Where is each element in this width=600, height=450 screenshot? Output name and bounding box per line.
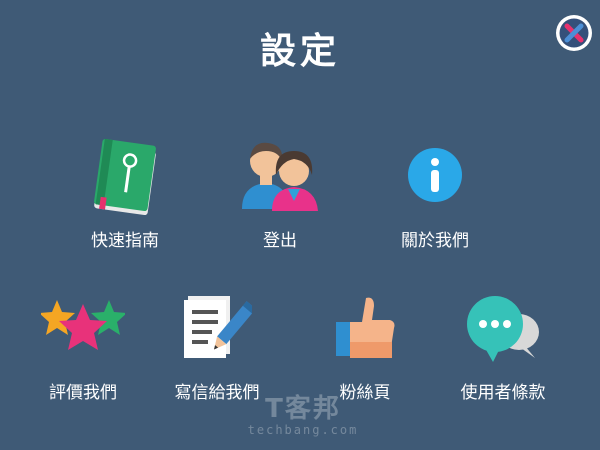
menu-item-write-to-us[interactable]: 寫信給我們: [152, 282, 282, 403]
menu-item-label: 寫信給我們: [174, 383, 260, 403]
close-button[interactable]: [555, 14, 593, 52]
page-title: 設定: [259, 31, 340, 72]
menu-item-about-us[interactable]: 關於我們: [370, 130, 500, 251]
menu-item-quick-guide[interactable]: 快速指南: [60, 130, 190, 251]
menu-item-label: 評價我們: [49, 383, 117, 403]
info-icon: [390, 130, 480, 220]
watermark-domain: techbang.com: [247, 423, 359, 437]
menu-item-logout[interactable]: 登出: [215, 130, 345, 251]
stars-icon: [38, 282, 128, 372]
thumbs-up-icon: [320, 282, 410, 372]
close-icon: [556, 15, 592, 51]
menu-item-label: 快速指南: [91, 231, 159, 251]
menu-item-label: 關於我們: [401, 231, 469, 251]
menu-item-label: 使用者條款: [460, 383, 546, 403]
menu-item-fan-page[interactable]: 粉絲頁: [300, 282, 430, 403]
menu-item-rate-us[interactable]: 評價我們: [18, 282, 148, 403]
write-note-icon: [172, 282, 262, 372]
guide-book-icon: [80, 130, 170, 220]
menu-item-label: 粉絲頁: [339, 383, 391, 403]
chat-bubble-icon: [458, 282, 548, 372]
menu-item-label: 登出: [263, 231, 297, 251]
users-icon: [235, 130, 325, 220]
menu-item-terms-of-use[interactable]: 使用者條款: [438, 282, 568, 403]
